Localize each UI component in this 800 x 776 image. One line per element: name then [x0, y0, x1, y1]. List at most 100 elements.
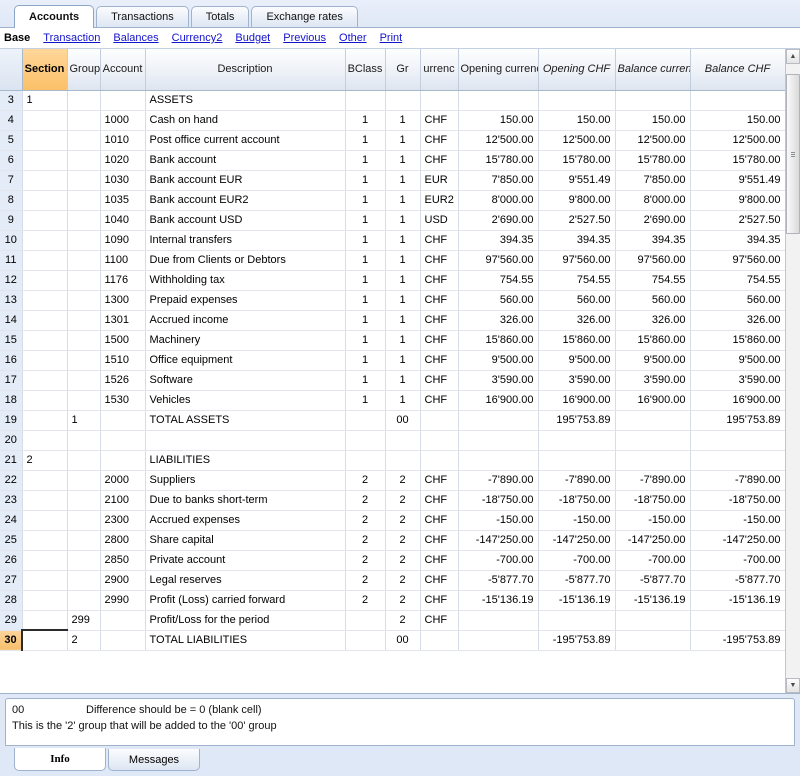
table-row[interactable]: 4 1000 Cash on hand 1 1 CHF 150.00 150.00 150.00…: [0, 110, 785, 131]
view-link-currency2[interactable]: Currency2: [172, 32, 223, 44]
cell-currency[interactable]: CHF: [420, 490, 459, 511]
scroll-up-arrow-icon[interactable]: ▲: [786, 49, 800, 64]
cell-balance-currency[interactable]: 3'590.00: [615, 370, 691, 391]
cell-opening-chf[interactable]: -700.00: [538, 550, 616, 571]
cell-opening-chf[interactable]: 9'800.00: [538, 190, 616, 211]
cell-group[interactable]: [67, 330, 101, 351]
cell-section[interactable]: [22, 590, 68, 611]
cell-opening-currency[interactable]: 394.35: [458, 230, 539, 251]
row-number[interactable]: 23: [0, 490, 23, 511]
cell-balance-chf[interactable]: 394.35: [690, 230, 785, 251]
cell-account[interactable]: 1010: [100, 130, 146, 151]
cell-currency[interactable]: CHF: [420, 130, 459, 151]
cell-gr[interactable]: 2: [385, 550, 421, 571]
cell-balance-currency[interactable]: 150.00: [615, 110, 691, 131]
cell-section[interactable]: [22, 330, 68, 351]
cell-group[interactable]: [67, 550, 101, 571]
cell-currency[interactable]: CHF: [420, 230, 459, 251]
cell-section[interactable]: [22, 410, 68, 431]
cell-description[interactable]: Share capital: [145, 530, 346, 551]
cell-gr[interactable]: 1: [385, 150, 421, 171]
cell-currency[interactable]: CHF: [420, 250, 459, 271]
view-link-print[interactable]: Print: [380, 32, 403, 44]
table-row[interactable]: 10 1090 Internal transfers 1 1 CHF 394.35 394.3…: [0, 230, 785, 251]
cell-gr[interactable]: 2: [385, 490, 421, 511]
tab-transactions[interactable]: Transactions: [96, 6, 189, 27]
cell-opening-chf[interactable]: -18'750.00: [538, 490, 616, 511]
cell-section[interactable]: 1: [22, 90, 68, 111]
row-number[interactable]: 7: [0, 170, 23, 191]
cell-gr[interactable]: 1: [385, 390, 421, 411]
cell-bclass[interactable]: 1: [345, 350, 386, 371]
cell-balance-chf[interactable]: 150.00: [690, 110, 785, 131]
table-row[interactable]: 17 1526 Software 1 1 CHF 3'590.00 3'590.00 3'590…: [0, 370, 785, 391]
cell-opening-currency[interactable]: -150.00: [458, 510, 539, 531]
cell-group[interactable]: [67, 350, 101, 371]
vertical-scroll-track[interactable]: [786, 64, 800, 678]
cell-opening-currency[interactable]: 8'000.00: [458, 190, 539, 211]
cell-section[interactable]: [22, 530, 68, 551]
cell-group[interactable]: [67, 210, 101, 231]
cell-balance-chf[interactable]: [690, 90, 785, 111]
cell-gr[interactable]: 1: [385, 190, 421, 211]
cell-account[interactable]: [100, 90, 146, 111]
cell-currency[interactable]: CHF: [420, 570, 459, 591]
cell-bclass[interactable]: 1: [345, 250, 386, 271]
cell-section[interactable]: [22, 390, 68, 411]
cell-bclass[interactable]: 1: [345, 150, 386, 171]
cell-balance-chf[interactable]: 195'753.89: [690, 410, 785, 431]
row-number[interactable]: 21: [0, 450, 23, 471]
table-row[interactable]: 14 1301 Accrued income 1 1 CHF 326.00 326.00 326…: [0, 310, 785, 331]
cell-balance-currency[interactable]: 15'860.00: [615, 330, 691, 351]
cell-balance-currency[interactable]: [615, 450, 691, 471]
cell-description[interactable]: Bank account: [145, 150, 346, 171]
tab-messages[interactable]: Messages: [108, 749, 200, 771]
table-row[interactable]: 28 2990 Profit (Loss) carried forward 2 2 CHF…: [0, 590, 785, 611]
cell-opening-chf[interactable]: 560.00: [538, 290, 616, 311]
cell-gr[interactable]: 1: [385, 370, 421, 391]
cell-balance-chf[interactable]: 15'780.00: [690, 150, 785, 171]
cell-opening-currency[interactable]: 7'850.00: [458, 170, 539, 191]
cell-description[interactable]: Profit/Loss for the period: [145, 610, 346, 631]
table-row[interactable]: 15 1500 Machinery 1 1 CHF 15'860.00 15'860.00 15…: [0, 330, 785, 351]
cell-bclass[interactable]: [345, 90, 386, 111]
cell-description[interactable]: TOTAL LIABILITIES: [145, 630, 346, 651]
cell-group[interactable]: [67, 110, 101, 131]
cell-opening-chf[interactable]: -15'136.19: [538, 590, 616, 611]
cell-balance-chf[interactable]: [690, 450, 785, 471]
cell-section[interactable]: [22, 190, 68, 211]
cell-section[interactable]: [22, 430, 68, 451]
cell-currency[interactable]: CHF: [420, 530, 459, 551]
col-header-opening-chf[interactable]: Opening CHF: [538, 49, 616, 91]
cell-account[interactable]: [100, 610, 146, 631]
cell-balance-chf[interactable]: -15'136.19: [690, 590, 785, 611]
cell-currency[interactable]: [420, 430, 459, 451]
cell-currency[interactable]: CHF: [420, 150, 459, 171]
cell-opening-chf[interactable]: [538, 430, 616, 451]
cell-section[interactable]: [22, 470, 68, 491]
cell-section[interactable]: 2: [22, 450, 68, 471]
cell-currency[interactable]: CHF: [420, 310, 459, 331]
cell-group[interactable]: [67, 370, 101, 391]
cell-account[interactable]: 1300: [100, 290, 146, 311]
cell-gr[interactable]: 2: [385, 530, 421, 551]
table-row[interactable]: 8 1035 Bank account EUR2 1 1 EUR2 8'000.00 9'80…: [0, 190, 785, 211]
accounts-grid-scroll[interactable]: Section Group Account Description BClass…: [0, 49, 785, 693]
cell-description[interactable]: Withholding tax: [145, 270, 346, 291]
tab-info[interactable]: Info: [14, 748, 106, 771]
cell-group[interactable]: [67, 590, 101, 611]
cell-group[interactable]: 299: [67, 610, 101, 631]
row-number[interactable]: 14: [0, 310, 23, 331]
cell-bclass[interactable]: 1: [345, 130, 386, 151]
cell-gr[interactable]: 2: [385, 610, 421, 631]
cell-currency[interactable]: CHF: [420, 550, 459, 571]
cell-opening-currency[interactable]: -147'250.00: [458, 530, 539, 551]
view-link-budget[interactable]: Budget: [235, 32, 270, 44]
cell-currency[interactable]: CHF: [420, 370, 459, 391]
table-row[interactable]: 26 2850 Private account 2 2 CHF -700.00 -700.00…: [0, 550, 785, 571]
cell-gr[interactable]: 1: [385, 110, 421, 131]
cell-balance-chf[interactable]: 2'527.50: [690, 210, 785, 231]
cell-gr[interactable]: [385, 430, 421, 451]
cell-gr[interactable]: 1: [385, 250, 421, 271]
cell-opening-currency[interactable]: 9'500.00: [458, 350, 539, 371]
